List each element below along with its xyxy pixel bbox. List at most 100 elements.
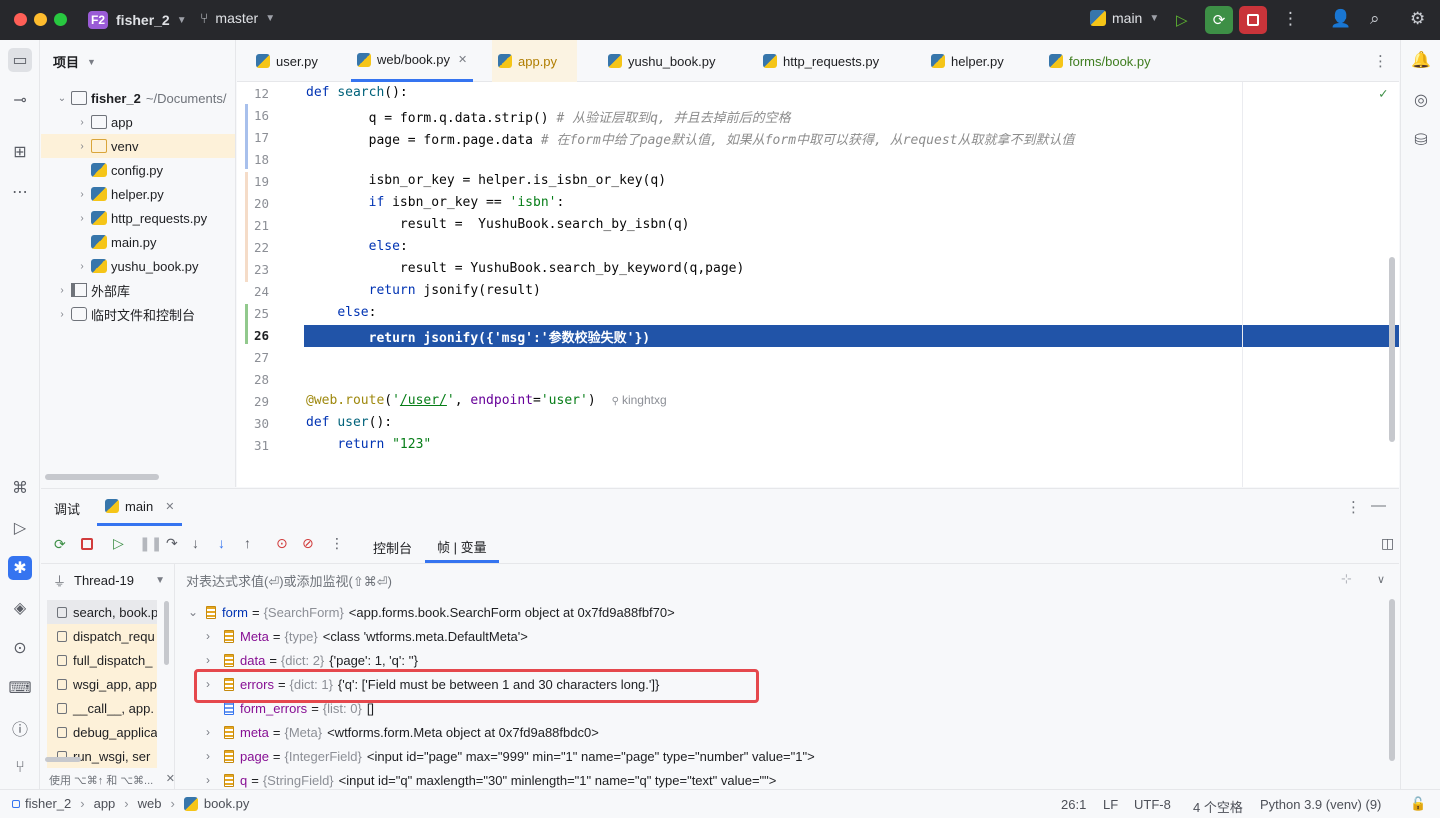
close-icon[interactable]: ✕	[166, 772, 175, 788]
stack-frame[interactable]: __call__, app.	[47, 696, 157, 720]
thread-selector[interactable]: ⏚ Thread-19 ▼	[53, 571, 165, 590]
close-icon[interactable]: ✕	[458, 53, 467, 66]
notifications-icon[interactable]: 🔔	[1409, 48, 1433, 72]
breadcrumb-item[interactable]: book.py	[204, 796, 250, 811]
code-line[interactable]: return jsonify({'msg':'参数校验失败'})	[306, 327, 651, 346]
problems-icon[interactable]: ⓘ	[8, 716, 32, 740]
tree-item[interactable]: › helper.py	[41, 182, 235, 206]
line-separator[interactable]: LF	[1103, 797, 1118, 812]
stack-frame[interactable]: dispatch_requ	[47, 624, 157, 648]
stack-frame[interactable]: wsgi_app, app	[47, 672, 157, 696]
tab-console[interactable]: 控制台	[373, 538, 412, 557]
frames-hscrollbar[interactable]	[45, 757, 81, 762]
chevron-right-icon[interactable]: ›	[55, 309, 69, 320]
more-vertical-icon[interactable]: ⋮	[1282, 9, 1299, 29]
debug-session-tab[interactable]: main ✕	[97, 489, 183, 526]
code-line[interactable]: def search():	[306, 85, 408, 100]
tree-item[interactable]: › http_requests.py	[41, 206, 235, 230]
code-line[interactable]: else:	[306, 305, 376, 320]
tree-item[interactable]: › yushu_book.py	[41, 254, 235, 278]
vcs-change-marker[interactable]	[245, 304, 248, 344]
code-line[interactable]: q = form.q.data.strip() # 从验证层取到q, 并且去掉前…	[306, 107, 791, 126]
editor-tab[interactable]: helper.py	[925, 40, 1010, 82]
tree-item[interactable]: › venv	[41, 134, 235, 158]
editor-tab[interactable]: forms/book.py	[1043, 40, 1157, 82]
variables-scrollbar[interactable]	[1389, 599, 1395, 761]
stack-frame[interactable]: full_dispatch_	[47, 648, 157, 672]
settings-icon[interactable]: ⚙	[1410, 9, 1425, 29]
add-user-icon[interactable]: 👤	[1330, 9, 1351, 29]
view-breakpoints-icon[interactable]: ⊙	[276, 535, 288, 552]
stop-button[interactable]	[1239, 6, 1267, 34]
python-console-icon[interactable]: ⌘	[8, 476, 32, 500]
chevron-right-icon[interactable]: ›	[75, 213, 89, 224]
code-line[interactable]: def user():	[306, 415, 392, 430]
vertical-scrollbar[interactable]	[1389, 257, 1395, 442]
chevron-right-icon[interactable]: ›	[75, 117, 89, 128]
editor-tab[interactable]: app.py	[492, 40, 578, 82]
indent-setting[interactable]: 4 个空格	[1193, 797, 1243, 816]
resume-program-icon[interactable]: ▷	[113, 535, 124, 552]
project-folder-icon[interactable]: ▭	[8, 48, 32, 72]
search-icon[interactable]: ⌕	[1370, 9, 1380, 29]
code-line[interactable]: @web.route('/user/', endpoint='user') ⚲ ki…	[306, 393, 667, 408]
chevron-down-icon[interactable]: ⌄	[188, 605, 206, 619]
chevron-right-icon[interactable]: ›	[75, 141, 89, 152]
run-icon[interactable]: ▷	[8, 516, 32, 540]
tree-item[interactable]: › 临时文件和控制台	[41, 302, 235, 326]
tab-options-icon[interactable]: ⋮	[1373, 52, 1388, 70]
layers-icon[interactable]: ◈	[8, 596, 32, 620]
code-editor[interactable]: 12 def search(): 16 q = form.q.data.strip(…	[237, 82, 1399, 487]
horizontal-scrollbar[interactable]	[45, 474, 159, 480]
chevron-right-icon[interactable]: ›	[206, 725, 224, 739]
chevron-right-icon[interactable]: ›	[206, 749, 224, 763]
lock-icon[interactable]: 🔓	[1410, 796, 1426, 812]
rerun-debug-button[interactable]: ⟳	[1205, 6, 1233, 34]
chevron-right-icon[interactable]: ›	[206, 629, 224, 643]
tree-item[interactable]: main.py	[41, 230, 235, 254]
resume-icon[interactable]: ▷	[1176, 11, 1188, 29]
breadcrumb-item[interactable]: fisher_2	[25, 796, 71, 811]
add-watch-icon[interactable]: ⊹	[1341, 571, 1352, 587]
breadcrumb-item[interactable]: web	[138, 796, 162, 811]
layout-icon[interactable]: ◫	[1381, 535, 1394, 552]
vcs-change-marker[interactable]	[245, 172, 248, 282]
breadcrumb-item[interactable]: app	[94, 796, 116, 811]
step-over-icon[interactable]: ↷	[166, 535, 178, 552]
project-widget[interactable]: F2 fisher_2 ▼	[88, 9, 187, 31]
terminal-icon[interactable]: ⌨	[8, 676, 32, 700]
watch-input[interactable]: 对表达式求值(⏎)或添加监视(⇧⌘⏎)	[186, 571, 392, 590]
more-icon[interactable]: ⋯	[8, 180, 32, 204]
code-line[interactable]: result = YushuBook.search_by_isbn(q)	[306, 217, 690, 232]
code-line[interactable]: result = YushuBook.search_by_keyword(q,p…	[306, 261, 744, 276]
project-panel-header[interactable]: 项目 ▼	[53, 52, 96, 71]
vcs-branch-widget[interactable]: ⑂ master ▼	[200, 10, 275, 26]
chevron-right-icon[interactable]: ›	[75, 261, 89, 272]
variable-row[interactable]: › Meta = {type} <class 'wtforms.meta.Default…	[188, 624, 528, 648]
caret-position[interactable]: 26:1	[1061, 797, 1086, 812]
code-line[interactable]: if isbn_or_key == 'isbn':	[306, 195, 565, 210]
pause-icon[interactable]: ❚❚	[139, 535, 162, 552]
minimize-panel-icon[interactable]: —	[1371, 497, 1386, 514]
variable-row[interactable]: ⌄ form = {SearchForm} <app.forms.book.Search…	[188, 600, 675, 624]
tree-item[interactable]: › 外部库	[41, 278, 235, 302]
editor-tab[interactable]: yushu_book.py	[602, 40, 721, 82]
debug-options-icon[interactable]: ⋮	[1346, 498, 1361, 516]
database-icon[interactable]: ⛁	[1409, 128, 1433, 152]
tab-frames-variables[interactable]: 帧 | 变量	[425, 527, 499, 563]
editor-tab[interactable]: user.py	[250, 40, 324, 82]
code-line[interactable]: return "123"	[306, 437, 431, 452]
chevron-right-icon[interactable]: ›	[55, 285, 69, 296]
zoom-window-button[interactable]	[54, 13, 67, 26]
services-icon[interactable]: ⊙	[8, 636, 32, 660]
debug-icon[interactable]: ✱	[8, 556, 32, 580]
ai-assistant-icon[interactable]: ◎	[1409, 88, 1433, 112]
code-line[interactable]: else:	[306, 239, 408, 254]
file-encoding[interactable]: UTF-8	[1134, 797, 1171, 812]
vcs-change-marker[interactable]	[245, 104, 248, 169]
variable-row[interactable]: › meta = {Meta} <wtforms.form.Meta object at…	[188, 720, 599, 744]
mute-breakpoints-icon[interactable]: ⊘	[302, 535, 314, 552]
frames-scrollbar[interactable]	[164, 601, 169, 665]
step-out-icon[interactable]: ↑	[244, 535, 251, 551]
more-icon[interactable]: ⋮	[330, 535, 344, 552]
